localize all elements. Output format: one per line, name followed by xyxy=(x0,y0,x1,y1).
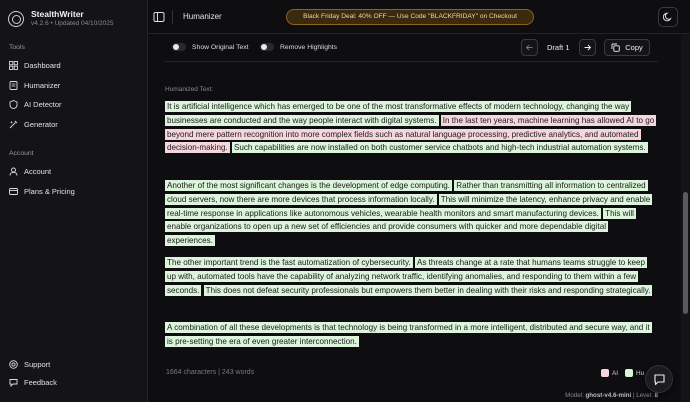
dashboard-icon xyxy=(9,60,18,70)
paragraph-3: The other important trend is the fast au… xyxy=(165,256,655,297)
sidebar-item-label: Plans & Pricing xyxy=(24,186,75,196)
legend-human-label: Hu xyxy=(636,369,645,377)
arrow-right-icon xyxy=(584,44,592,51)
support-icon xyxy=(9,359,18,369)
remove-highlights-toggle[interactable]: Remove Highlights xyxy=(260,43,337,51)
humanizer-icon xyxy=(9,80,18,90)
user-icon xyxy=(9,167,18,176)
sidebar-item-label: Support xyxy=(24,359,51,369)
paragraph-4: A combination of all these developments … xyxy=(165,321,655,349)
sidebar-item-label: Feedback xyxy=(24,377,57,387)
toggle-label: Remove Highlights xyxy=(280,43,338,51)
text-stats: 1664 characters | 243 words xyxy=(166,369,255,376)
copy-icon xyxy=(611,43,620,52)
scrollbar[interactable] xyxy=(681,34,690,402)
highlight-legend: AI Hu xyxy=(601,369,651,377)
toggle-switch[interactable] xyxy=(172,43,186,51)
card-icon xyxy=(9,187,18,196)
next-draft-button[interactable] xyxy=(579,39,596,56)
sidebar-toggle-icon[interactable] xyxy=(153,11,165,23)
top-bar: Humanizer Black Friday Deal: 40% OFF — U… xyxy=(148,0,690,34)
legend-human: Hu xyxy=(625,369,644,377)
sentence-human[interactable]: A combination of all these developments … xyxy=(165,322,652,347)
sidebar-item-dashboard[interactable]: Dashboard xyxy=(9,59,61,71)
paragraph-1: It is artificial intelligence which has … xyxy=(165,100,657,155)
draft-label: Draft 1 xyxy=(547,43,570,52)
ai-detector-icon xyxy=(9,99,18,109)
copy-button[interactable]: Copy xyxy=(604,39,650,56)
copy-label: Copy xyxy=(625,43,643,52)
sidebar-item-humanizer[interactable]: Humanizer xyxy=(9,79,60,91)
model-info: Model: ghost-v4.6-mini | Level: 8 xyxy=(565,392,658,399)
promo-banner[interactable]: Black Friday Deal: 40% OFF — Use Code "B… xyxy=(286,9,534,25)
brand-name: StealthWriter xyxy=(31,9,84,19)
moon-icon xyxy=(663,12,672,22)
sidebar-item-label: Generator xyxy=(24,119,58,129)
level-label: Level: xyxy=(636,392,653,399)
human-swatch xyxy=(625,369,634,377)
account-section-label: Account xyxy=(9,150,34,157)
sidebar-item-support[interactable]: Support xyxy=(9,358,50,370)
sidebar-item-account[interactable]: Account xyxy=(9,165,51,177)
toggle-switch[interactable] xyxy=(260,43,274,51)
sidebar-item-generator[interactable]: Generator xyxy=(9,118,58,130)
toggle-label: Show Original Text xyxy=(192,43,249,51)
model-label: Model: xyxy=(565,392,584,399)
sidebar-item-ai-detector[interactable]: AI Detector xyxy=(9,98,62,110)
legend-ai: AI xyxy=(601,369,618,377)
legend-ai-label: AI xyxy=(612,369,619,377)
sidebar-item-feedback[interactable]: Feedback xyxy=(9,376,57,388)
show-original-toggle[interactable]: Show Original Text xyxy=(172,43,249,51)
generator-icon xyxy=(9,120,18,129)
chat-icon xyxy=(653,373,665,385)
humanized-text-label: Humanized Text: xyxy=(165,86,214,93)
previous-draft-button[interactable] xyxy=(521,39,538,56)
logo-icon xyxy=(8,10,24,27)
sidebar-item-plans-pricing[interactable]: Plans & Pricing xyxy=(9,185,75,197)
tools-section-label: Tools xyxy=(9,44,25,51)
sentence-human[interactable]: Another of the most significant changes … xyxy=(165,180,453,191)
theme-toggle-button[interactable] xyxy=(658,7,678,27)
level-value: 8 xyxy=(654,392,658,399)
scrollbar-thumb[interactable] xyxy=(683,192,688,314)
feedback-icon xyxy=(9,378,18,387)
sidebar: StealthWriter v4.2.6 • Updated 04/10/202… xyxy=(0,0,148,402)
paragraph-2: Another of the most significant changes … xyxy=(165,179,655,248)
sidebar-item-label: Dashboard xyxy=(24,60,61,70)
brand-version: v4.2.6 • Updated 04/10/2025 xyxy=(31,20,114,27)
sentence-human[interactable]: Such capabilities are now installed on b… xyxy=(231,142,648,154)
model-name: ghost-v4.6-mini xyxy=(585,392,632,399)
arrow-left-icon xyxy=(525,44,533,51)
editor-toolbar: Show Original Text Remove Highlights Dra… xyxy=(164,34,658,62)
divider xyxy=(172,10,173,24)
page-title: Humanizer xyxy=(183,12,222,21)
sidebar-item-label: Humanizer xyxy=(24,80,61,90)
sidebar-item-label: AI Detector xyxy=(24,99,62,109)
chat-button[interactable] xyxy=(645,365,673,393)
brand[interactable]: StealthWriter v4.2.6 • Updated 04/10/202… xyxy=(8,9,114,28)
sidebar-item-label: Account xyxy=(24,166,52,176)
sentence-human[interactable]: The other important trend is the fast au… xyxy=(165,257,413,268)
separator: | xyxy=(632,392,635,399)
ai-swatch xyxy=(601,369,609,377)
sentence-human[interactable]: This does not defeat security profession… xyxy=(203,284,653,296)
